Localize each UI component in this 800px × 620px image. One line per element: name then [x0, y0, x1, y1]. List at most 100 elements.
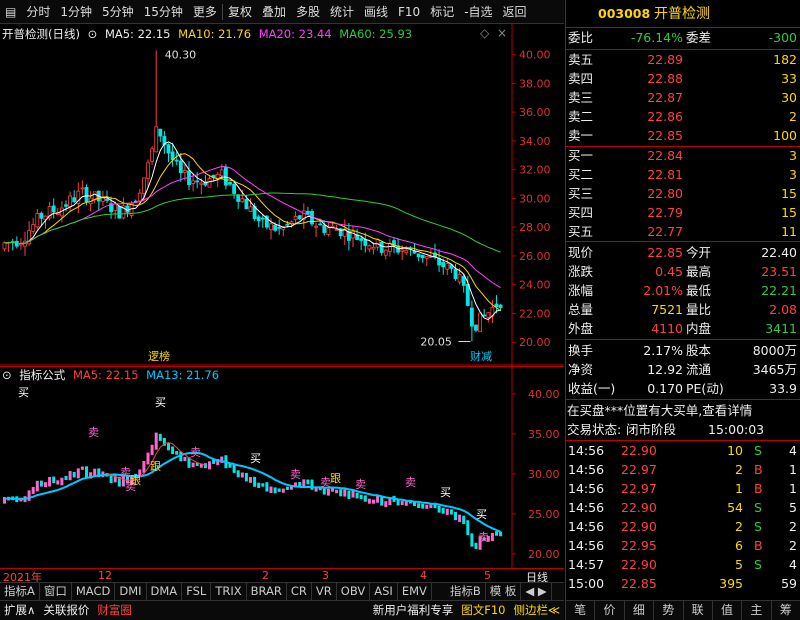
indicator-bar [80, 466, 84, 470]
candle-body [420, 254, 425, 259]
signal-annotation: 卖 [88, 426, 99, 439]
toolbar-15min[interactable]: 15分钟 [139, 0, 188, 24]
tab-brar[interactable]: BRAR [247, 583, 287, 600]
tab-macd[interactable]: MACD [72, 583, 116, 600]
order-ratio-row: 委比 -76.14% 委差 -300 [566, 28, 800, 48]
indicator-bar [470, 533, 474, 547]
indicator-bar [445, 508, 449, 515]
indicator-bar [76, 468, 80, 479]
indicator-y-tick-label: 20.00 [528, 548, 560, 561]
expand-button[interactable]: 扩展∧ [0, 601, 39, 620]
indicator-bar [64, 475, 68, 481]
tick-time: 14:56 [568, 443, 605, 458]
toolbar-statistics[interactable]: 统计 [325, 0, 359, 24]
ask-volume: 182 [773, 52, 797, 67]
ask-row: 卖一 22.85 100 [566, 126, 800, 146]
candle-body [35, 213, 40, 228]
tick-count: 59 [781, 576, 797, 591]
bid-row: 买三 22.80 15 [566, 184, 800, 204]
ma20-label: MA20: 23.44 [258, 27, 332, 41]
tab-scroll-arrows[interactable]: ◀ ▶ [521, 583, 552, 600]
tab-dmi[interactable]: DMI [115, 583, 147, 600]
time-label-apr: 4 [420, 569, 427, 582]
toolbar-watchlist[interactable]: -自选 [459, 0, 497, 24]
toolbar-5min[interactable]: 5分钟 [97, 0, 139, 24]
ask-volume: 30 [781, 90, 797, 105]
sidebar-toggle-button[interactable]: 侧边栏≪ [509, 601, 564, 620]
big-order-notice-row[interactable]: 在买盘***位置有大买单,查看详情 [566, 401, 800, 421]
toolbar-multi-stock[interactable]: 多股 [291, 0, 325, 24]
tick-count: 2 [789, 538, 797, 553]
event-tag-left[interactable]: 逻榜 [148, 349, 170, 363]
toolbar-overlay[interactable]: 叠加 [257, 0, 291, 24]
candle-body [146, 162, 150, 179]
wealth-circle-tab[interactable]: 财富圈 [93, 601, 136, 620]
tick-count: 4 [789, 443, 797, 458]
quote-tab[interactable]: 值 [713, 601, 743, 620]
related-quote-tab[interactable]: 关联报价 [39, 601, 93, 620]
toolbar-menu-icon[interactable]: ▤ [0, 0, 21, 24]
stat-label: 今开 [686, 245, 712, 260]
quote-tab[interactable]: 筹 [772, 601, 800, 620]
divider [566, 399, 800, 400]
collapse-icon[interactable]: ⊙ [88, 27, 98, 41]
indicator-chart[interactable]: 40.0035.0030.0025.0020.00买卖卖卖跟跟卖 买卖卖跟卖卖买买… [0, 366, 564, 568]
big-order-notice[interactable]: 在买盘***位置有大买单,查看详情 [567, 401, 752, 421]
quote-tab[interactable]: 笔 [566, 601, 596, 620]
tab-cr[interactable]: CR [287, 583, 312, 600]
quote-tab[interactable]: 势 [654, 601, 684, 620]
toolbar-mark[interactable]: 标记 [425, 0, 459, 24]
indicator-bar [175, 451, 179, 455]
trade-status-row: 交易状态: 闭市阶段 15:00:03 [566, 420, 800, 440]
tick-row: 14:57 22.90 5 S 4 [566, 555, 800, 575]
tick-price: 22.95 [621, 538, 657, 553]
indicator-bar [421, 503, 425, 509]
toolbar-timeshare[interactable]: 分时 [21, 0, 55, 24]
tab-dma[interactable]: DMA [147, 583, 183, 600]
tab-emv[interactable]: EMV [398, 583, 432, 600]
toolbar-f10[interactable]: F10 [393, 0, 425, 24]
quote-tab[interactable]: 价 [595, 601, 625, 620]
toolbar-1min[interactable]: 1分钟 [55, 0, 97, 24]
indicator-bar [269, 486, 273, 494]
stock-name[interactable]: 开普检测 [654, 4, 710, 24]
candle-body [441, 261, 446, 268]
new-user-promo-link[interactable]: 新用户福利专享 [369, 601, 458, 620]
tab-window[interactable]: 窗口 [40, 583, 72, 600]
tick-time: 15:00 [568, 576, 605, 591]
bid-level-label: 买三 [568, 186, 594, 201]
diamond-icon[interactable]: ◇ [480, 26, 490, 40]
candle-body [248, 206, 253, 212]
quote-tab[interactable]: 细 [625, 601, 655, 620]
graphic-f10-button[interactable]: 图文F10 [457, 601, 509, 620]
quote-tab[interactable]: 联 [684, 601, 713, 620]
candle-body [240, 198, 245, 203]
tab-asi[interactable]: ASI [370, 583, 398, 600]
toolbar-more[interactable]: 更多 [188, 0, 222, 24]
toolbar-draw-line[interactable]: 画线 [359, 0, 393, 24]
tab-vr[interactable]: VR [312, 583, 337, 600]
tick-row: 14:56 22.97 2 B 1 [566, 460, 800, 480]
tab-indicator-b[interactable]: 指标B [446, 583, 486, 600]
toolbar-restore-rights[interactable]: 复权 [223, 0, 257, 24]
bid-price: 22.81 [647, 167, 683, 182]
tab-fsl[interactable]: FSL [182, 583, 212, 600]
candle-body [351, 231, 355, 239]
close-chart-icon[interactable]: × [497, 26, 507, 40]
tick-volume: 395 [719, 576, 743, 591]
tab-obv[interactable]: OBV [337, 583, 371, 600]
event-tag-right[interactable]: 财减 [470, 349, 492, 363]
indicator-bar [150, 444, 154, 455]
indicator-bar [314, 487, 318, 492]
tab-indicator-a[interactable]: 指标A [0, 583, 40, 600]
quote-tab[interactable]: 主 [742, 601, 772, 620]
tab-template[interactable]: 模 板 [486, 583, 522, 600]
indicator-expand-icon[interactable]: ⊙ [2, 368, 12, 382]
tab-trix[interactable]: TRIX [211, 583, 247, 600]
kline-chart[interactable]: 40.00 38.00 36.00 34.00 32.00 30.00 28.00 26.00… [0, 24, 564, 366]
indicator-bar [359, 494, 363, 499]
toolbar-back[interactable]: 返回 [498, 0, 532, 24]
candle-body [51, 205, 56, 213]
ask-level-label: 卖四 [568, 71, 594, 86]
indicator-bar [183, 456, 187, 462]
